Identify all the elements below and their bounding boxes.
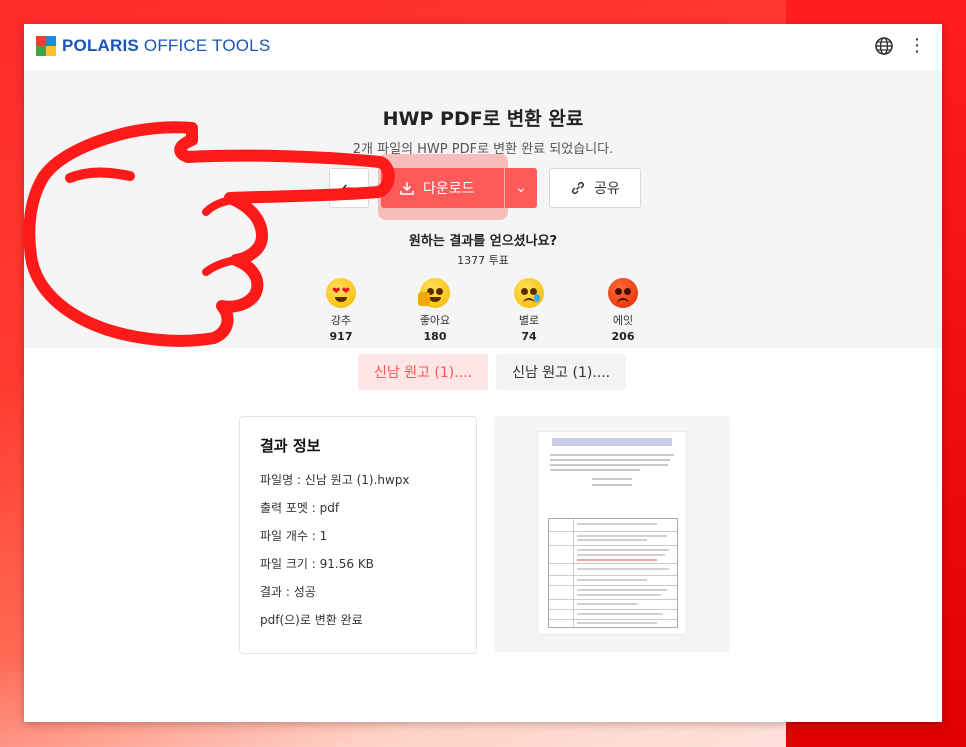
reaction-list: ❤ ❤ 강추 917 좋아요 180 별로 74 에잇 206	[320, 278, 644, 343]
arrow-left-icon: ←	[341, 177, 357, 199]
document-preview[interactable]	[494, 416, 730, 652]
app-window: POLARIS OFFICE TOOLS ⋮ HWP PDF로 변환 완료 2개…	[24, 24, 942, 722]
tab-file-1[interactable]: 신남 원고 (1)....	[358, 354, 489, 390]
page-title: HWP PDF로 변환 완료	[382, 108, 584, 130]
sad-emoji-icon	[514, 278, 544, 308]
download-icon	[400, 182, 414, 195]
info-size: 파일 크기 : 91.56 KB	[260, 557, 374, 571]
kebab-menu-icon[interactable]: ⋮	[908, 37, 926, 55]
chevron-down-icon[interactable]: ⌄	[505, 180, 537, 196]
download-button[interactable]: 다운로드 ⌄	[381, 168, 537, 208]
vote-count: 1377 투표	[457, 254, 509, 267]
download-label: 다운로드	[423, 181, 475, 197]
polaris-logo-icon	[36, 36, 56, 56]
back-button[interactable]: ←	[329, 168, 369, 208]
result-info-card: 결과 정보 파일명 : 신남 원고 (1).hwpx 출력 포멧 : pdf 파…	[239, 416, 477, 654]
thumbs-up-emoji-icon	[418, 278, 450, 308]
share-button[interactable]: 공유	[549, 168, 641, 208]
top-bar: POLARIS OFFICE TOOLS ⋮	[24, 24, 942, 71]
heart-eyes-emoji-icon: ❤ ❤	[326, 278, 356, 308]
reaction-strong-recommend[interactable]: ❤ ❤ 강추 917	[320, 278, 362, 343]
share-label: 공유	[594, 181, 620, 197]
top-icons: ⋮	[874, 36, 926, 56]
tab-file-2[interactable]: 신남 원고 (1)....	[496, 354, 627, 390]
info-filename: 파일명 : 신남 원고 (1).hwpx	[260, 473, 410, 487]
download-main[interactable]: 다운로드	[381, 178, 504, 198]
brand-name: POLARIS OFFICE TOOLS	[62, 36, 271, 55]
info-result: 결과 : 성공	[260, 585, 316, 599]
file-tabs: 신남 원고 (1).... 신남 원고 (1)....	[358, 354, 627, 390]
info-title: 결과 정보	[260, 437, 321, 455]
result-hero: HWP PDF로 변환 완료 2개 파일의 HWP PDF로 변환 완료 되었습…	[24, 70, 942, 348]
logo[interactable]: POLARIS OFFICE TOOLS	[36, 36, 270, 56]
globe-icon[interactable]	[874, 36, 894, 56]
angry-emoji-icon	[608, 278, 638, 308]
info-count: 파일 개수 : 1	[260, 529, 328, 543]
action-buttons: ← 다운로드 ⌄ 공유	[329, 168, 641, 208]
feedback-question: 원하는 결과를 얻으셨나요?	[408, 234, 558, 249]
info-format: 출력 포멧 : pdf	[260, 501, 340, 515]
info-message: pdf(으)로 변환 완료	[260, 613, 363, 627]
reaction-meh[interactable]: 별로 74	[508, 278, 550, 343]
reaction-like[interactable]: 좋아요 180	[414, 278, 456, 343]
document-thumbnail	[538, 432, 686, 634]
link-icon	[572, 181, 585, 195]
reaction-angry[interactable]: 에잇 206	[602, 278, 644, 343]
